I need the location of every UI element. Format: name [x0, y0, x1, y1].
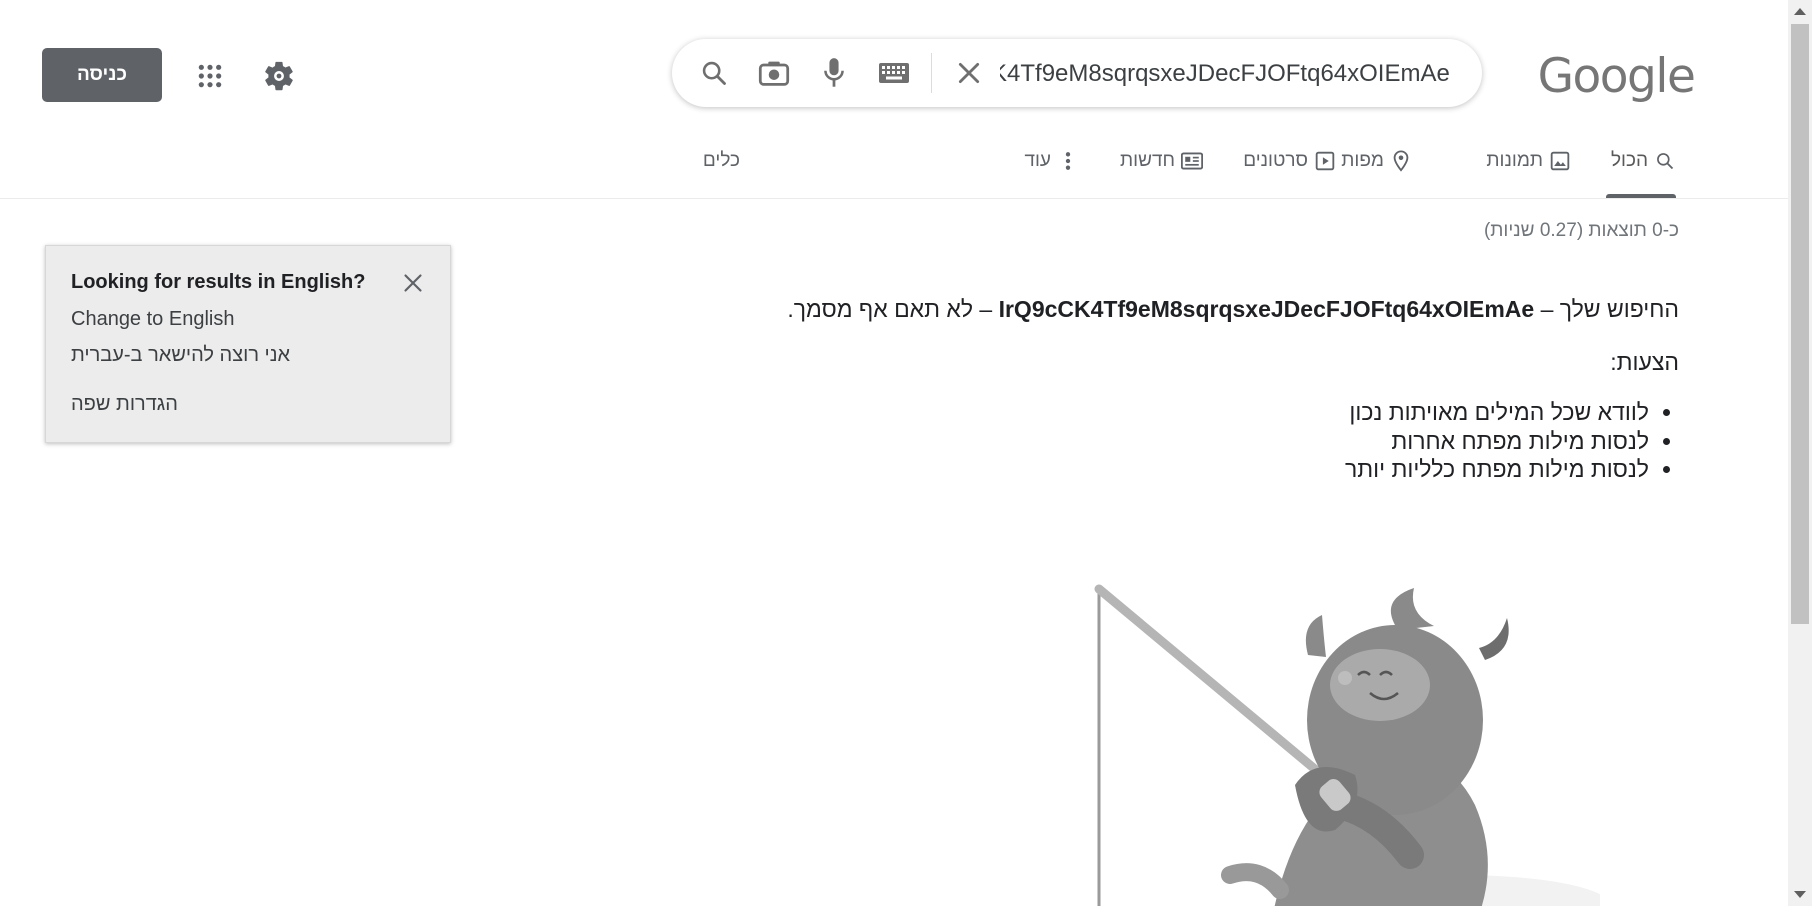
- tab-all[interactable]: הכול: [1606, 150, 1676, 198]
- more-vert-icon: [1057, 150, 1079, 172]
- language-settings-link[interactable]: הגדרות שפה: [71, 393, 178, 416]
- tabs-divider: [0, 198, 1788, 199]
- message-query: IrQ9cCK4Tf9eM8sqrqsxeJDecFJOFtq64xOIEmAe: [998, 296, 1535, 322]
- tab-more[interactable]: עוד: [1024, 150, 1079, 198]
- tab-label: מפות: [1341, 150, 1384, 171]
- result-stats: כ-0 תוצאות (0.27 שניות): [1483, 220, 1679, 241]
- google-logo[interactable]: Google: [1538, 49, 1696, 104]
- fishing-monster-illustration: [1094, 584, 1600, 906]
- gear-icon[interactable]: [259, 56, 299, 96]
- list-item: לוודא שכל המילים מאויתות נכון: [1345, 398, 1649, 427]
- signin-button[interactable]: כניסה: [42, 48, 162, 102]
- list-item: לנסות מילות מפתח אחרות: [1345, 427, 1649, 456]
- scrollbar[interactable]: [1788, 0, 1812, 906]
- scroll-down-icon[interactable]: [1794, 891, 1806, 898]
- close-icon[interactable]: [396, 266, 430, 300]
- mic-icon[interactable]: [816, 55, 852, 91]
- tab-label: תמונות: [1486, 150, 1543, 171]
- suggestions-title: הצעות:: [1610, 349, 1679, 375]
- scrollbar-thumb[interactable]: [1791, 24, 1809, 624]
- tab-label: חדשות: [1120, 150, 1175, 171]
- clear-icon[interactable]: [951, 55, 987, 91]
- tab-maps[interactable]: מפות: [1341, 150, 1412, 198]
- tab-label: עוד: [1024, 150, 1051, 171]
- keyboard-icon[interactable]: [876, 55, 912, 91]
- message-prefix: החיפוש שלך –: [1540, 296, 1679, 322]
- change-to-english-link[interactable]: Change to English: [71, 308, 234, 331]
- apps-grid-icon[interactable]: [190, 56, 230, 96]
- language-popup: Looking for results in English? Change t…: [45, 245, 451, 443]
- tab-label: סרטונים: [1243, 150, 1308, 171]
- search-input[interactable]: [998, 55, 1452, 93]
- list-item: לנסות מילות מפתח כלליות יותר: [1345, 455, 1649, 484]
- search-icon: [1654, 150, 1676, 172]
- search-divider: [931, 53, 932, 93]
- search-icon[interactable]: [696, 55, 732, 91]
- no-results-message: החיפוש שלך – IrQ9cCK4Tf9eM8sqrqsxeJDecFJ…: [787, 296, 1679, 323]
- image-icon: [1549, 150, 1571, 172]
- tab-tools[interactable]: כלים: [703, 150, 740, 198]
- stay-in-hebrew-link[interactable]: אני רוצה להישאר ב-עברית: [71, 344, 290, 367]
- camera-icon[interactable]: [756, 55, 792, 91]
- tab-images[interactable]: תמונות: [1486, 150, 1571, 198]
- tab-label: כלים: [702, 150, 740, 171]
- map-pin-icon: [1390, 150, 1412, 172]
- popup-title: Looking for results in English?: [71, 271, 366, 293]
- suggestions-list: לוודא שכל המילים מאויתות נכון לנסות מילו…: [1345, 398, 1679, 484]
- tab-label: הכול: [1610, 150, 1648, 171]
- video-icon: [1314, 150, 1336, 172]
- message-suffix: – לא תאם אף מסמך.: [787, 296, 993, 322]
- news-icon: [1181, 150, 1203, 172]
- search-box[interactable]: [672, 39, 1482, 107]
- scroll-up-icon[interactable]: [1794, 8, 1806, 15]
- tab-videos[interactable]: סרטונים: [1243, 150, 1336, 198]
- tab-news[interactable]: חדשות: [1120, 150, 1203, 198]
